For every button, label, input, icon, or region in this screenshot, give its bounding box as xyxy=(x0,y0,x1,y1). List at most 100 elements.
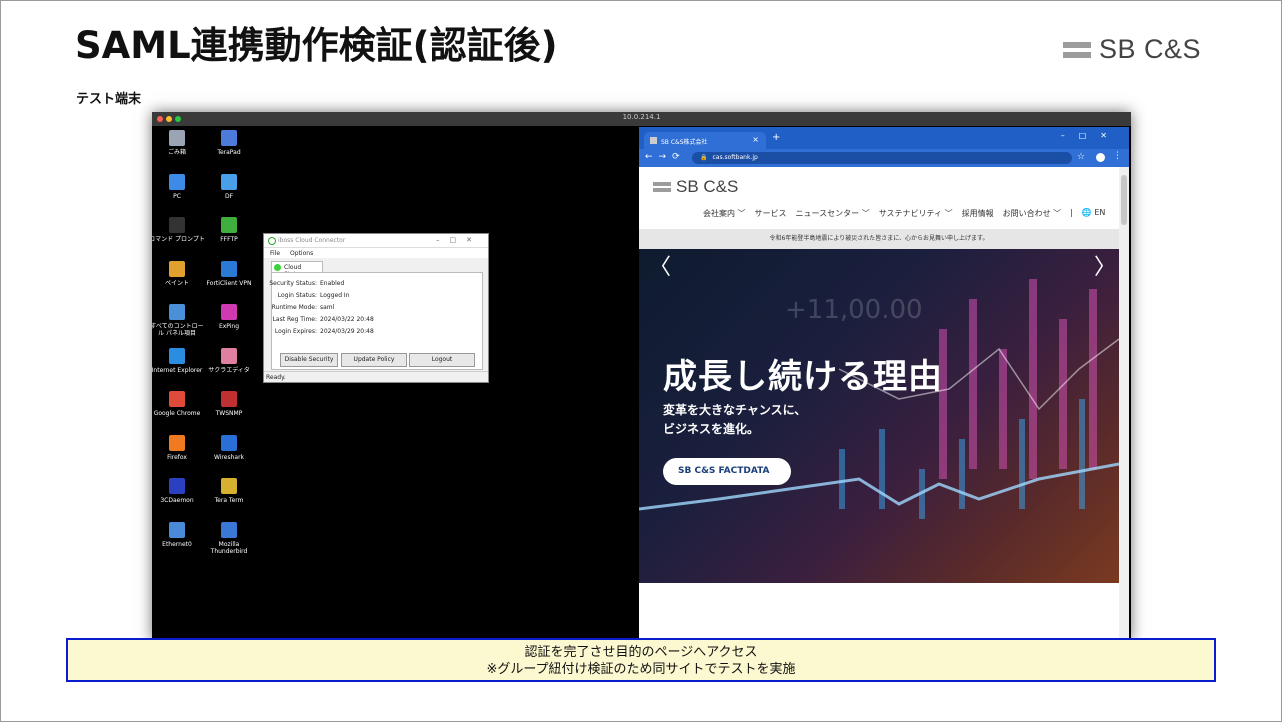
window-controls-icon[interactable]: –□✕ xyxy=(436,236,482,244)
browser-tabstrip: SB C&S株式会社 × + –□✕ xyxy=(639,127,1129,149)
desktop-icon-label: サクラエディタ xyxy=(208,366,250,374)
desktop-icon[interactable]: Google Chrome xyxy=(152,391,205,417)
status-panel: Security Status: Enabled Login Status: L… xyxy=(269,272,483,370)
page-logo-bars-icon xyxy=(653,182,671,192)
carousel-next-icon[interactable]: 〉 xyxy=(1094,249,1116,281)
row-value: Enabled xyxy=(320,280,345,287)
url-text: cas.softbank.jp xyxy=(712,154,758,161)
forticlient-icon xyxy=(221,260,237,277)
desktop-icon[interactable]: TWSNMP xyxy=(201,391,257,417)
desktop-icon[interactable]: Wireshark xyxy=(201,434,257,461)
terapad-icon xyxy=(221,130,237,146)
desktop-icon-label: Google Chrome xyxy=(153,410,201,417)
desktop-icon[interactable]: Ethernet0 xyxy=(152,521,205,548)
nav-contact[interactable]: お問い合わせ ﹀ xyxy=(1003,208,1062,219)
menu-file[interactable]: File xyxy=(270,250,280,257)
command-prompt-icon xyxy=(169,217,185,233)
desktop-icon-label: Tera Term xyxy=(214,497,244,504)
firefox-icon xyxy=(169,434,185,451)
desktop-icon-label: ペイント xyxy=(164,279,189,287)
browser-window-controls-icon[interactable]: –□✕ xyxy=(1061,131,1121,140)
desktop-icon[interactable]: すべてのコントロール パネル項目 xyxy=(152,304,205,337)
chrome-browser-window[interactable]: SB C&S株式会社 × + –□✕ ←→⟳ 🔒 cas.softbank.jp … xyxy=(639,127,1129,642)
pc-icon xyxy=(169,173,185,190)
page-scrollbar[interactable] xyxy=(1119,167,1129,642)
carousel-prev-icon[interactable]: 〈 xyxy=(649,249,671,281)
desktop-icon[interactable]: ペイント xyxy=(152,260,205,287)
desktop-icon-label: TeraPad xyxy=(217,149,241,156)
browser-tab-title: SB C&S株式会社 xyxy=(661,139,708,146)
page-logo[interactable]: SB C&S xyxy=(653,177,738,197)
desktop-icon[interactable]: Tera Term xyxy=(201,478,257,504)
desktop-icon-label: 3CDaemon xyxy=(160,497,194,504)
desktop-icon[interactable]: Firefox xyxy=(152,434,205,461)
lock-icon: 🔒 xyxy=(700,154,708,161)
nav-sustainability[interactable]: サステナビリティ ﹀ xyxy=(879,208,953,219)
scroll-thumb[interactable] xyxy=(1121,175,1127,225)
slide-subtitle: テスト端末 xyxy=(76,92,142,107)
address-bar[interactable]: 🔒 cas.softbank.jp xyxy=(692,152,1072,164)
nav-divider: | xyxy=(1070,208,1073,217)
hero-banner: +11,00.00 〈 〉 成長し続ける理由 変革を大きなチャンスに、 ビジネス… xyxy=(639,249,1119,583)
desktop-icon-label: FFFTP xyxy=(220,236,238,243)
logo-text: SB C&S xyxy=(1099,34,1202,64)
desktop-icon[interactable]: Mozilla Thunderbird xyxy=(201,521,257,555)
nav-news[interactable]: ニュースセンター ﹀ xyxy=(796,208,870,219)
desktop-icon-label: DF xyxy=(224,192,234,200)
desktop-icon-label: ごみ箱 xyxy=(167,149,186,156)
browser-tab[interactable]: SB C&S株式会社 × xyxy=(644,132,766,149)
nav-recruit[interactable]: 採用情報 xyxy=(962,208,994,219)
notice-banner[interactable]: 令和6年能登半島地震により被災された皆さまに、心からお見舞い申し上げます。 xyxy=(639,229,1119,249)
connector-statusbar: Ready. xyxy=(264,371,488,382)
cloud-connector-window[interactable]: iboss Cloud Connector –□✕ File Options C… xyxy=(263,233,489,383)
bookmark-star-icon[interactable]: ☆ xyxy=(1077,152,1085,162)
update-policy-button[interactable]: Update Policy xyxy=(341,353,407,367)
desktop-icon[interactable]: FFFTP xyxy=(201,217,257,243)
logout-button[interactable]: Logout xyxy=(409,353,475,367)
connector-titlebar: iboss Cloud Connector –□✕ xyxy=(264,234,488,248)
desktop-icon[interactable]: サクラエディタ xyxy=(201,347,257,374)
desktop-icon-label: Firefox xyxy=(167,453,187,461)
hero-ghost-number: +11,00.00 xyxy=(785,295,923,325)
nav-services[interactable]: サービス xyxy=(755,208,787,219)
nav-english[interactable]: 🌐 EN xyxy=(1082,208,1106,219)
remote-desktop-window[interactable]: 10.0.214.1 ごみ箱 TeraPad PC DF コマンド プロンプト FFFTP… xyxy=(152,112,1131,642)
nav-company[interactable]: 会社案内 ﹀ xyxy=(703,208,746,219)
desktop-icon-label: すべてのコントロール パネル項目 xyxy=(152,323,204,337)
desktop-icon[interactable]: DF xyxy=(201,173,257,200)
close-tab-icon[interactable]: × xyxy=(752,135,759,144)
remote-titlebar[interactable]: 10.0.214.1 xyxy=(152,112,1131,126)
browser-toolbar: ←→⟳ 🔒 cas.softbank.jp ☆ ⋮ xyxy=(639,149,1129,167)
disable-security-button[interactable]: Disable Security xyxy=(280,353,338,367)
desktop-icon[interactable]: Internet Explorer xyxy=(152,347,205,374)
google-chrome-icon xyxy=(169,391,185,407)
desktop-icon[interactable]: TeraPad xyxy=(201,130,257,156)
account-icon[interactable] xyxy=(1096,153,1105,162)
desktop-icon[interactable]: コマンド プロンプト xyxy=(152,217,205,243)
desktop-icon[interactable]: ExPing xyxy=(201,304,257,330)
control-panel-icon xyxy=(169,304,185,320)
tera-term-icon xyxy=(221,478,237,494)
menu-kebab-icon[interactable]: ⋮ xyxy=(1113,151,1122,161)
slide: SAML連携動作検証(認証後) SB C&S テスト端末 10.0.214.1 … xyxy=(0,0,1282,722)
nav-buttons-icon[interactable]: ←→⟳ xyxy=(645,152,686,162)
menu-options[interactable]: Options xyxy=(290,250,313,257)
desktop-icon-label: FortiClient VPN xyxy=(206,279,252,287)
status-text: Ready. xyxy=(266,374,286,381)
power-icon xyxy=(268,237,276,245)
sakura-editor-icon xyxy=(221,347,237,364)
desktop-icon[interactable]: ごみ箱 xyxy=(152,130,205,156)
desktop-icon[interactable]: PC xyxy=(152,173,205,200)
row-value: 2024/03/29 20:48 xyxy=(320,328,374,335)
desktop-icon[interactable]: FortiClient VPN xyxy=(201,260,257,287)
thunderbird-icon xyxy=(221,521,237,538)
desktop-icon[interactable]: 3CDaemon xyxy=(152,478,205,504)
row-key: Last Reg Time: xyxy=(272,316,317,323)
wireshark-icon xyxy=(221,434,237,451)
new-tab-icon[interactable]: + xyxy=(772,132,780,143)
recycle-bin-icon xyxy=(169,130,185,146)
factdata-button[interactable]: SB C&S FACTDATA xyxy=(663,458,791,485)
desktop-icon-label: TWSNMP xyxy=(215,410,243,417)
row-value: saml xyxy=(320,304,335,311)
3cdaemon-icon xyxy=(169,478,185,494)
